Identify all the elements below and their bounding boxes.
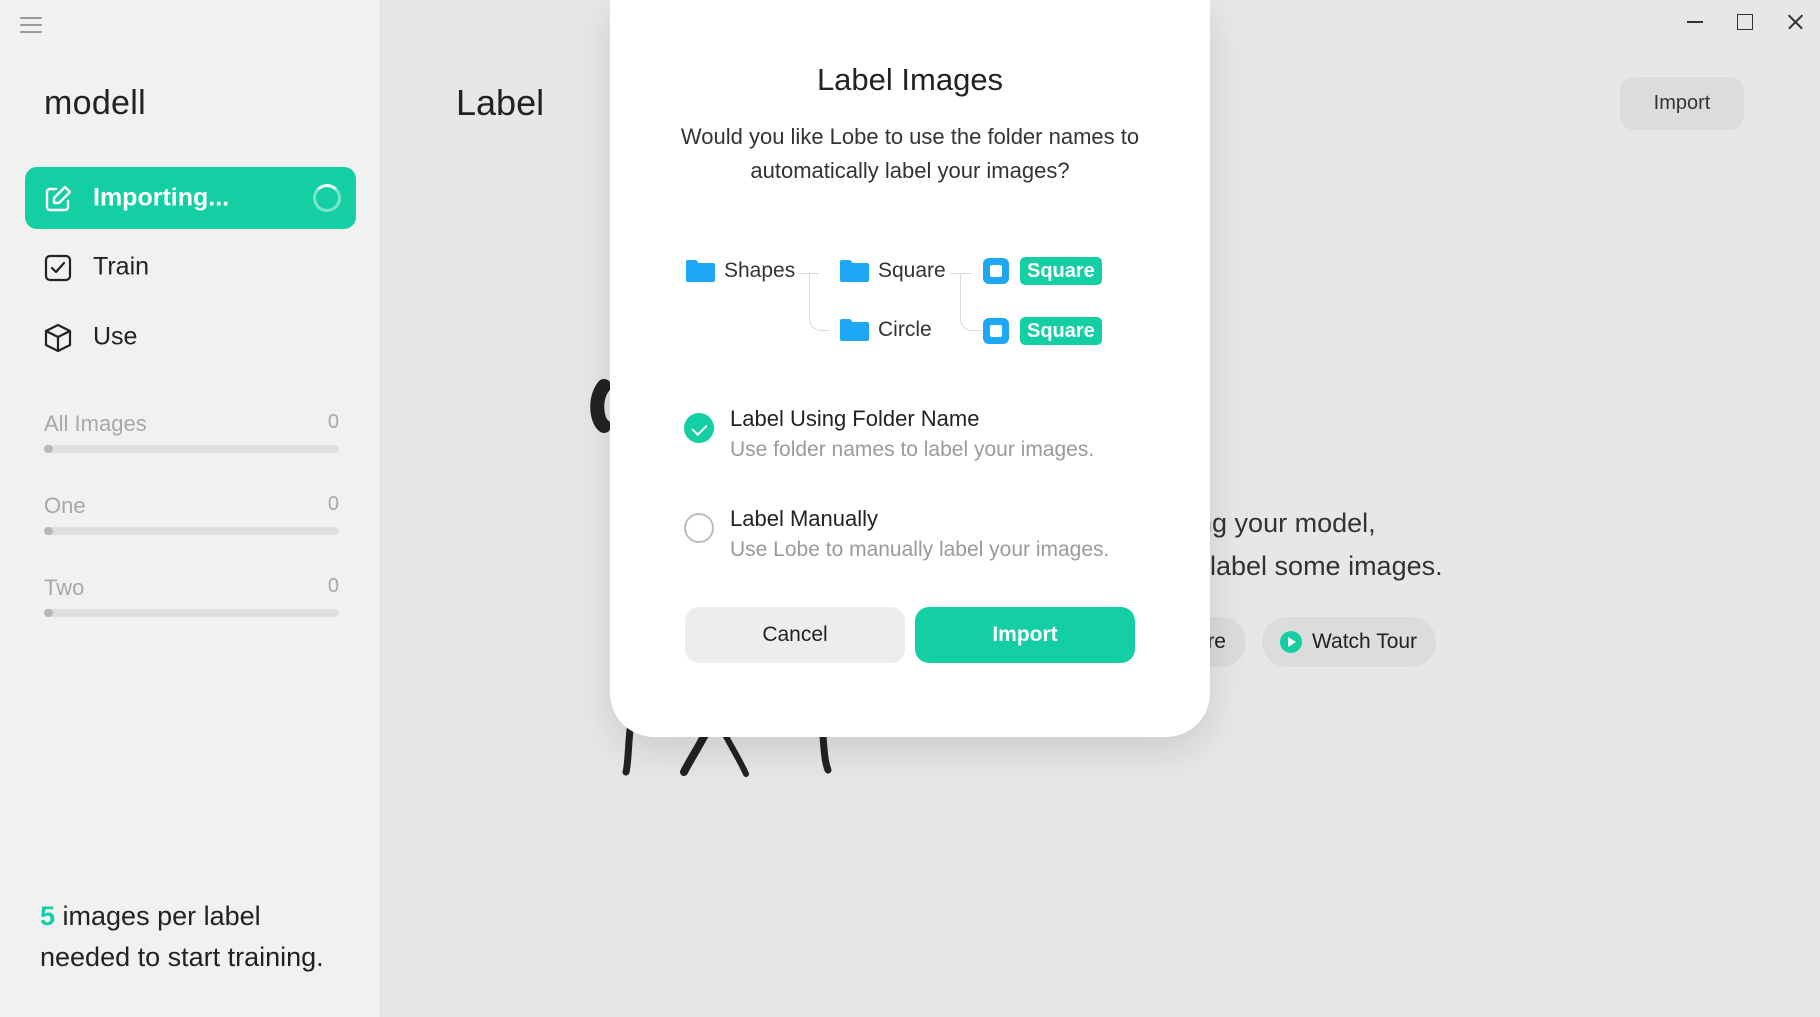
- import-button[interactable]: Import: [1620, 77, 1744, 130]
- radio-unchecked-icon[interactable]: [684, 513, 714, 543]
- label-name: Two: [44, 575, 85, 600]
- training-requirement-note: 5 images per label needed to start train…: [40, 896, 360, 978]
- folder-label-child: Circle: [878, 318, 932, 341]
- sidebar-item-train[interactable]: Train: [25, 236, 356, 298]
- close-icon[interactable]: [1770, 0, 1820, 44]
- dialog-title: Label Images: [816, 62, 1004, 97]
- required-image-count: 5: [40, 901, 56, 931]
- play-icon: [1280, 631, 1302, 653]
- dialog-description: Would you like Lobe to use the folder na…: [680, 124, 1140, 183]
- folder-icon: [686, 260, 715, 282]
- edit-icon: [45, 185, 72, 212]
- label-progress-fill: [44, 609, 53, 617]
- label-count: 0: [327, 575, 339, 597]
- label-progress-bar: [44, 609, 339, 617]
- radio-checked-icon[interactable]: [684, 413, 714, 443]
- label-count: 0: [327, 493, 339, 515]
- connector-line: [960, 273, 982, 331]
- minimize-icon[interactable]: [1670, 0, 1720, 44]
- sidebar-item-label: Use: [93, 322, 138, 351]
- folder-label-child: Square: [878, 259, 946, 282]
- dialog-import-button[interactable]: Import: [915, 607, 1135, 663]
- label-progress-bar: [44, 527, 339, 535]
- empty-state-text-line2: label some images.: [1210, 551, 1443, 581]
- option-title: Label Manually: [730, 506, 878, 531]
- image-icon: [983, 318, 1009, 344]
- checkbox-icon: [44, 254, 72, 282]
- option-description: Use Lobe to manually label your images.: [730, 538, 1110, 561]
- folder-icon: [840, 319, 869, 341]
- requirement-text-line2: needed to start training.: [40, 942, 324, 972]
- label-images-dialog: Label Images Would you like Lobe to use …: [610, 0, 1210, 737]
- sidebar-item-use[interactable]: Use: [25, 306, 356, 368]
- label-group-two[interactable]: Two 0: [44, 575, 339, 617]
- label-group-all-images[interactable]: All Images 0: [44, 411, 339, 453]
- sidebar-item-importing[interactable]: Importing...: [25, 167, 356, 229]
- folder-label-root: Shapes: [724, 259, 796, 282]
- label-progress-fill: [44, 527, 53, 535]
- hamburger-menu-icon[interactable]: [20, 16, 42, 34]
- requirement-text-line1: images per label: [55, 901, 261, 931]
- sidebar-item-label: Importing...: [93, 183, 230, 212]
- image-icon: [983, 258, 1009, 284]
- window-controls: [1670, 0, 1820, 44]
- label-tag: Square: [1020, 257, 1102, 285]
- loading-spinner-icon: [313, 184, 341, 212]
- sidebar: modell Importing... Train Use All Images…: [0, 0, 381, 1017]
- option-label-manually[interactable]: Label Manually Use Lobe to manually labe…: [684, 506, 1164, 570]
- folder-label-diagram: Shapes Square Circle Square Square: [610, 240, 1210, 360]
- label-name: One: [44, 493, 86, 518]
- watch-tour-label: Watch Tour: [1312, 630, 1418, 653]
- label-tag: Square: [1020, 317, 1102, 345]
- folder-icon: [840, 260, 869, 282]
- label-group-one[interactable]: One 0: [44, 493, 339, 535]
- watch-tour-button[interactable]: Watch Tour: [1262, 617, 1436, 667]
- option-title: Label Using Folder Name: [730, 406, 980, 431]
- cube-icon: [44, 323, 72, 353]
- option-label-using-folder-name[interactable]: Label Using Folder Name Use folder names…: [684, 406, 1164, 470]
- sidebar-item-label: Train: [93, 252, 150, 281]
- app-window: modell Importing... Train Use All Images…: [0, 0, 1820, 1017]
- label-name: All Images: [44, 411, 147, 436]
- label-progress-bar: [44, 445, 339, 453]
- label-count: 0: [327, 411, 339, 433]
- cancel-button[interactable]: Cancel: [685, 607, 905, 663]
- label-progress-fill: [44, 445, 53, 453]
- maximize-icon[interactable]: [1720, 0, 1770, 44]
- page-title: Label: [456, 82, 545, 123]
- project-name[interactable]: modell: [44, 84, 146, 123]
- connector-line: [809, 273, 829, 331]
- option-description: Use folder names to label your images.: [730, 438, 1095, 461]
